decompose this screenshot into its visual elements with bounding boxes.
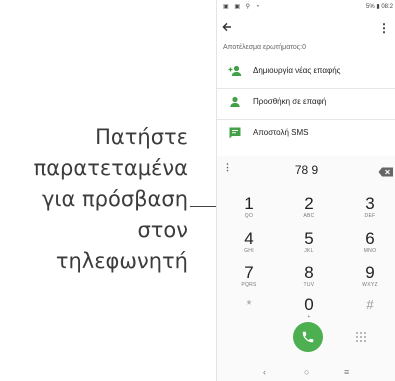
key-digit: 1 xyxy=(244,194,254,213)
dialpad-key-8[interactable]: 8 TUV xyxy=(287,264,331,294)
more-vert-icon[interactable]: ⋮ xyxy=(378,21,390,35)
status-icons: ▣ ▣ ⚲ ◔ xyxy=(223,4,262,10)
create-new-contact-label: Δημιουργία νέας επαφής xyxy=(253,66,341,75)
arrow-left-icon[interactable] xyxy=(222,20,232,35)
key-letters: QO xyxy=(244,213,254,219)
callout-line-2: παρατεταμένα xyxy=(33,156,188,180)
dialpad-key-7[interactable]: 7 PQRS xyxy=(227,264,271,294)
dialpad-key-3[interactable]: 3 DEF xyxy=(348,195,392,225)
key-letters: TUV xyxy=(303,282,315,288)
callout-line-3: για πρόσβαση xyxy=(41,187,188,211)
phone-icon xyxy=(302,331,314,343)
key-letters: GHI xyxy=(244,248,254,254)
key-letters: MNO xyxy=(363,248,377,254)
dialpad-grid-icon[interactable] xyxy=(355,330,367,342)
dialpad-key-hash[interactable]: # xyxy=(348,296,392,326)
dialpad-key-9[interactable]: 9 WXYZ xyxy=(348,264,392,294)
nav-back-icon[interactable]: ‹ xyxy=(263,367,266,377)
key-letters: PQRS xyxy=(241,282,257,288)
send-sms-row[interactable]: Αποστολή SMS xyxy=(217,120,395,146)
create-new-contact-row[interactable]: Δημιουργία νέας επαφής xyxy=(217,58,395,84)
call-button[interactable] xyxy=(293,322,323,352)
status-bar: ▣ ▣ ⚲ ◔ 5% ▮ 08:2 xyxy=(217,0,395,14)
number-bar: ⋮ 78 9 xyxy=(217,160,395,180)
person-icon xyxy=(228,95,242,109)
person-add-icon xyxy=(228,64,242,78)
key-letters: ABC xyxy=(303,213,315,219)
callout-line-4: στον xyxy=(137,218,188,242)
key-digit: 0 xyxy=(304,295,314,314)
dialpad-key-star[interactable]: * xyxy=(227,296,271,326)
add-to-contact-label: Προσθήκη σε επαφή xyxy=(253,97,327,106)
dialpad-key-1[interactable]: 1 QO xyxy=(227,195,271,225)
phone-screen: ▣ ▣ ⚲ ◔ 5% ▮ 08:2 ⋮ Αποτέλεσμα ερωτήματο… xyxy=(216,0,395,381)
nav-home-icon[interactable]: ○ xyxy=(304,367,309,377)
dialpad-key-6[interactable]: 6 MNO xyxy=(348,230,392,260)
dialpad-key-4[interactable]: 4 GHI xyxy=(227,230,271,260)
message-icon xyxy=(228,126,242,140)
send-sms-label: Αποστολή SMS xyxy=(253,128,309,137)
key-digit: 6 xyxy=(365,229,375,248)
dialpad-key-2[interactable]: 2 ABC xyxy=(287,195,331,225)
key-letters: WXYZ xyxy=(362,282,378,288)
key-digit: 3 xyxy=(365,194,375,213)
key-digit: 5 xyxy=(304,229,314,248)
key-digit: 2 xyxy=(304,194,314,213)
system-nav-bar: ‹ ○ ≡ xyxy=(217,364,395,381)
key-digit: 8 xyxy=(304,263,314,282)
key-digit: 7 xyxy=(244,263,254,282)
dialpad-key-5[interactable]: 5 JKL xyxy=(287,230,331,260)
key-letters: DEF xyxy=(364,213,376,219)
battery-icon: ▮ xyxy=(376,4,380,10)
battery-level: 5% xyxy=(365,4,375,10)
callout-line-5: τηλεφωνητή xyxy=(55,249,188,273)
nav-recents-icon[interactable]: ≡ xyxy=(344,367,349,377)
callout-line-1: Πατήστε xyxy=(95,125,188,149)
key-digit: * xyxy=(246,297,252,312)
clock: 08:2 xyxy=(381,4,393,10)
key-digit: 9 xyxy=(365,263,375,282)
key-letters: + xyxy=(307,314,311,320)
add-to-contact-row[interactable]: Προσθήκη σε επαφή xyxy=(217,89,395,115)
status-right: 5% ▮ 08:2 xyxy=(366,3,393,10)
key-digit: 4 xyxy=(244,229,254,248)
key-digit: # xyxy=(366,297,374,312)
backspace-icon[interactable] xyxy=(378,164,394,177)
search-result-count: Αποτέλεσμα ερωτήματος:0 xyxy=(223,44,307,51)
key-letters: JKL xyxy=(304,248,314,254)
app-bar: ⋮ xyxy=(217,20,395,38)
voicemail-callout: Πατήστε παρατεταμένα για πρόσβαση στον τ… xyxy=(0,122,188,277)
dialed-number[interactable]: 78 9 xyxy=(217,163,395,177)
